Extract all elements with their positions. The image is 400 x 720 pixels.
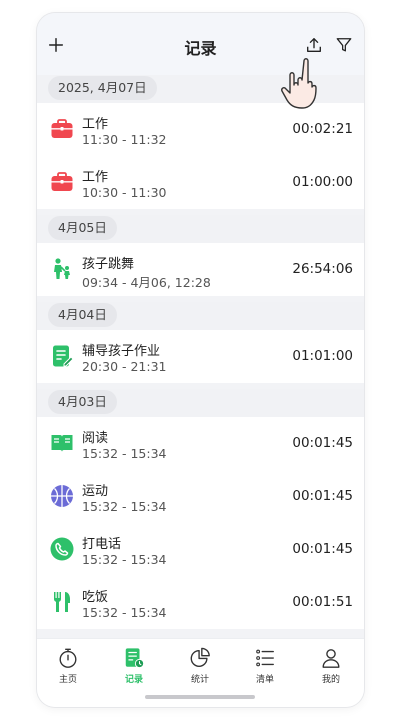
- tab-label: 记录: [124, 675, 143, 685]
- record-item[interactable]: 孩子跳舞 09:34 - 4月06, 12:28 26:54:06: [37, 243, 364, 296]
- record-time: 15:32 - 15:34: [82, 499, 167, 514]
- record-item[interactable]: 工作 10:30 - 11:30 01:00:00: [37, 156, 364, 209]
- record-name: 运动: [82, 484, 109, 499]
- record-name: 阅读: [82, 431, 109, 446]
- record-time: 15:32 - 15:34: [82, 446, 167, 461]
- record-time: 09:34 - 4月06, 12:28: [82, 275, 211, 290]
- basketball-icon: [50, 484, 74, 508]
- tab-records[interactable]: 记录: [114, 647, 154, 685]
- timer-icon: [59, 648, 77, 668]
- record-item[interactable]: 阅读 15:32 - 15:34 00:01:45: [37, 417, 364, 470]
- record-time: 10:30 - 11:30: [82, 185, 167, 200]
- export-icon: [307, 38, 321, 52]
- record-duration: 26:54:06: [292, 261, 353, 277]
- record-duration: 00:01:45: [292, 488, 353, 504]
- record-name: 打电话: [82, 537, 122, 552]
- record-duration: 01:00:00: [292, 174, 353, 190]
- record-icon: [125, 648, 145, 669]
- record-name: 工作: [82, 117, 109, 132]
- record-time: 15:32 - 15:34: [82, 552, 167, 567]
- record-duration: 01:01:00: [292, 348, 353, 364]
- record-name: 孩子跳舞: [82, 257, 135, 272]
- briefcase-icon: [50, 170, 74, 194]
- record-name: 辅导孩子作业: [82, 344, 161, 359]
- filter-icon: [336, 38, 352, 52]
- record-time: 20:30 - 21:31: [82, 359, 167, 374]
- homework-icon: [50, 344, 74, 368]
- record-name: 工作: [82, 170, 109, 185]
- phone-icon: [50, 537, 74, 561]
- date-label: 4月03日: [48, 390, 117, 414]
- record-duration: 00:02:21: [292, 121, 353, 137]
- list-icon: [256, 649, 274, 667]
- date-header: 4月04日: [37, 302, 364, 330]
- date-label: 2025, 4月07日: [48, 76, 157, 100]
- hand-pointer-icon: [281, 58, 317, 109]
- tab-home[interactable]: 主页: [48, 647, 88, 685]
- record-item[interactable]: 打电话 15:32 - 15:34 00:01:45: [37, 523, 364, 576]
- home-indicator: [145, 695, 255, 699]
- tab-statistics[interactable]: 统计: [180, 647, 220, 685]
- tab-label: 统计: [190, 675, 209, 685]
- record-duration: 00:01:51: [292, 594, 353, 610]
- utensils-icon: [50, 590, 74, 614]
- app-window: 记录 2025, 4月07日 工作 11:30 - 11:32 00:02:21: [37, 13, 364, 707]
- filter-button[interactable]: [333, 34, 355, 56]
- record-item[interactable]: 辅导孩子作业 20:30 - 21:31 01:01:00: [37, 330, 364, 383]
- date-label: 4月05日: [48, 216, 117, 240]
- date-header: 4月03日: [37, 389, 364, 417]
- record-duration: 00:01:45: [292, 541, 353, 557]
- record-duration: 00:01:45: [292, 435, 353, 451]
- book-icon: [50, 431, 74, 455]
- tab-profile[interactable]: 我的: [311, 647, 351, 685]
- record-item[interactable]: 运动 15:32 - 15:34 00:01:45: [37, 470, 364, 523]
- record-time: 15:32 - 15:34: [82, 605, 167, 620]
- date-label: 4月04日: [48, 303, 117, 327]
- person-icon: [322, 649, 340, 668]
- tab-checklist[interactable]: 清单: [245, 647, 285, 685]
- record-name: 吃饭: [82, 590, 109, 605]
- briefcase-icon: [50, 117, 74, 141]
- export-button[interactable]: [303, 34, 325, 56]
- tab-label: 我的: [321, 675, 340, 685]
- date-header: 4月05日: [37, 215, 364, 243]
- tab-label: 清单: [255, 675, 274, 685]
- record-list: 2025, 4月07日 工作 11:30 - 11:32 00:02:21 工作…: [37, 75, 364, 629]
- record-item[interactable]: 吃饭 15:32 - 15:34 00:01:51: [37, 576, 364, 629]
- tab-label: 主页: [58, 675, 77, 685]
- pie-chart-icon: [190, 647, 210, 667]
- record-time: 11:30 - 11:32: [82, 132, 167, 147]
- parent-child-icon: [50, 257, 74, 281]
